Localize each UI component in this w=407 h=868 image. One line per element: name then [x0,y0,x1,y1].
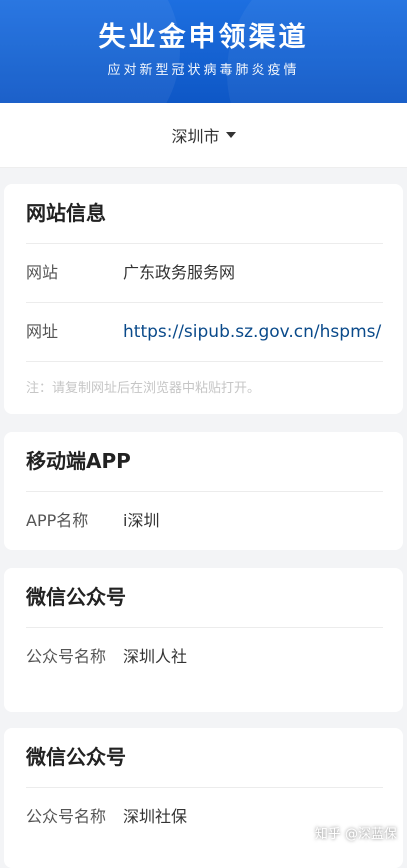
website-url-link[interactable]: https://sipub.sz.gov.cn/hspms/ [123,319,381,345]
caret-down-icon [225,132,236,138]
row-key: 网址 [26,322,59,341]
wechat-row: 公众号名称 深圳人社 [26,628,383,670]
row-key: APP名称 [26,511,89,530]
url-row: 网址 https://sipub.sz.gov.cn/hspms/ [26,303,383,362]
wechat-account-name: 深圳人社 [123,647,188,666]
wechat-card-2: 微信公众号 公众号名称 深圳社保 [4,728,403,868]
mobile-app-card: 移动端APP APP名称 i深圳 [4,432,403,550]
website-info-card: 网站信息 网站 广东政务服务网 网址 https://sipub.sz.gov.… [4,184,403,414]
header-banner: 失业金申领渠道 应对新型冠状病毒肺炎疫情 [0,0,407,103]
row-key: 网站 [26,263,59,282]
city-selector-label: 深圳市 [171,127,220,146]
row-key: 公众号名称 [26,807,107,826]
card-title: 移动端APP [26,432,383,492]
wechat-account-name: 深圳社保 [123,807,188,826]
card-title: 微信公众号 [26,568,383,628]
zhihu-watermark: 知乎 @深蓝保 [314,827,397,842]
row-key: 公众号名称 [26,647,107,666]
website-name: 广东政务服务网 [123,263,236,282]
wechat-card-1: 微信公众号 公众号名称 深圳人社 [4,568,403,712]
city-selector[interactable]: 深圳市 [0,103,407,168]
card-title: 微信公众号 [26,728,383,788]
app-name: i深圳 [123,511,160,530]
banner-subtitle: 应对新型冠状病毒肺炎疫情 [107,63,300,78]
website-row: 网站 广东政务服务网 [26,244,383,303]
card-title: 网站信息 [26,184,383,244]
copy-note: 注：请复制网址后在浏览器中粘贴打开。 [26,381,261,396]
app-row: APP名称 i深圳 [26,492,383,550]
banner-title: 失业金申领渠道 [98,22,309,53]
